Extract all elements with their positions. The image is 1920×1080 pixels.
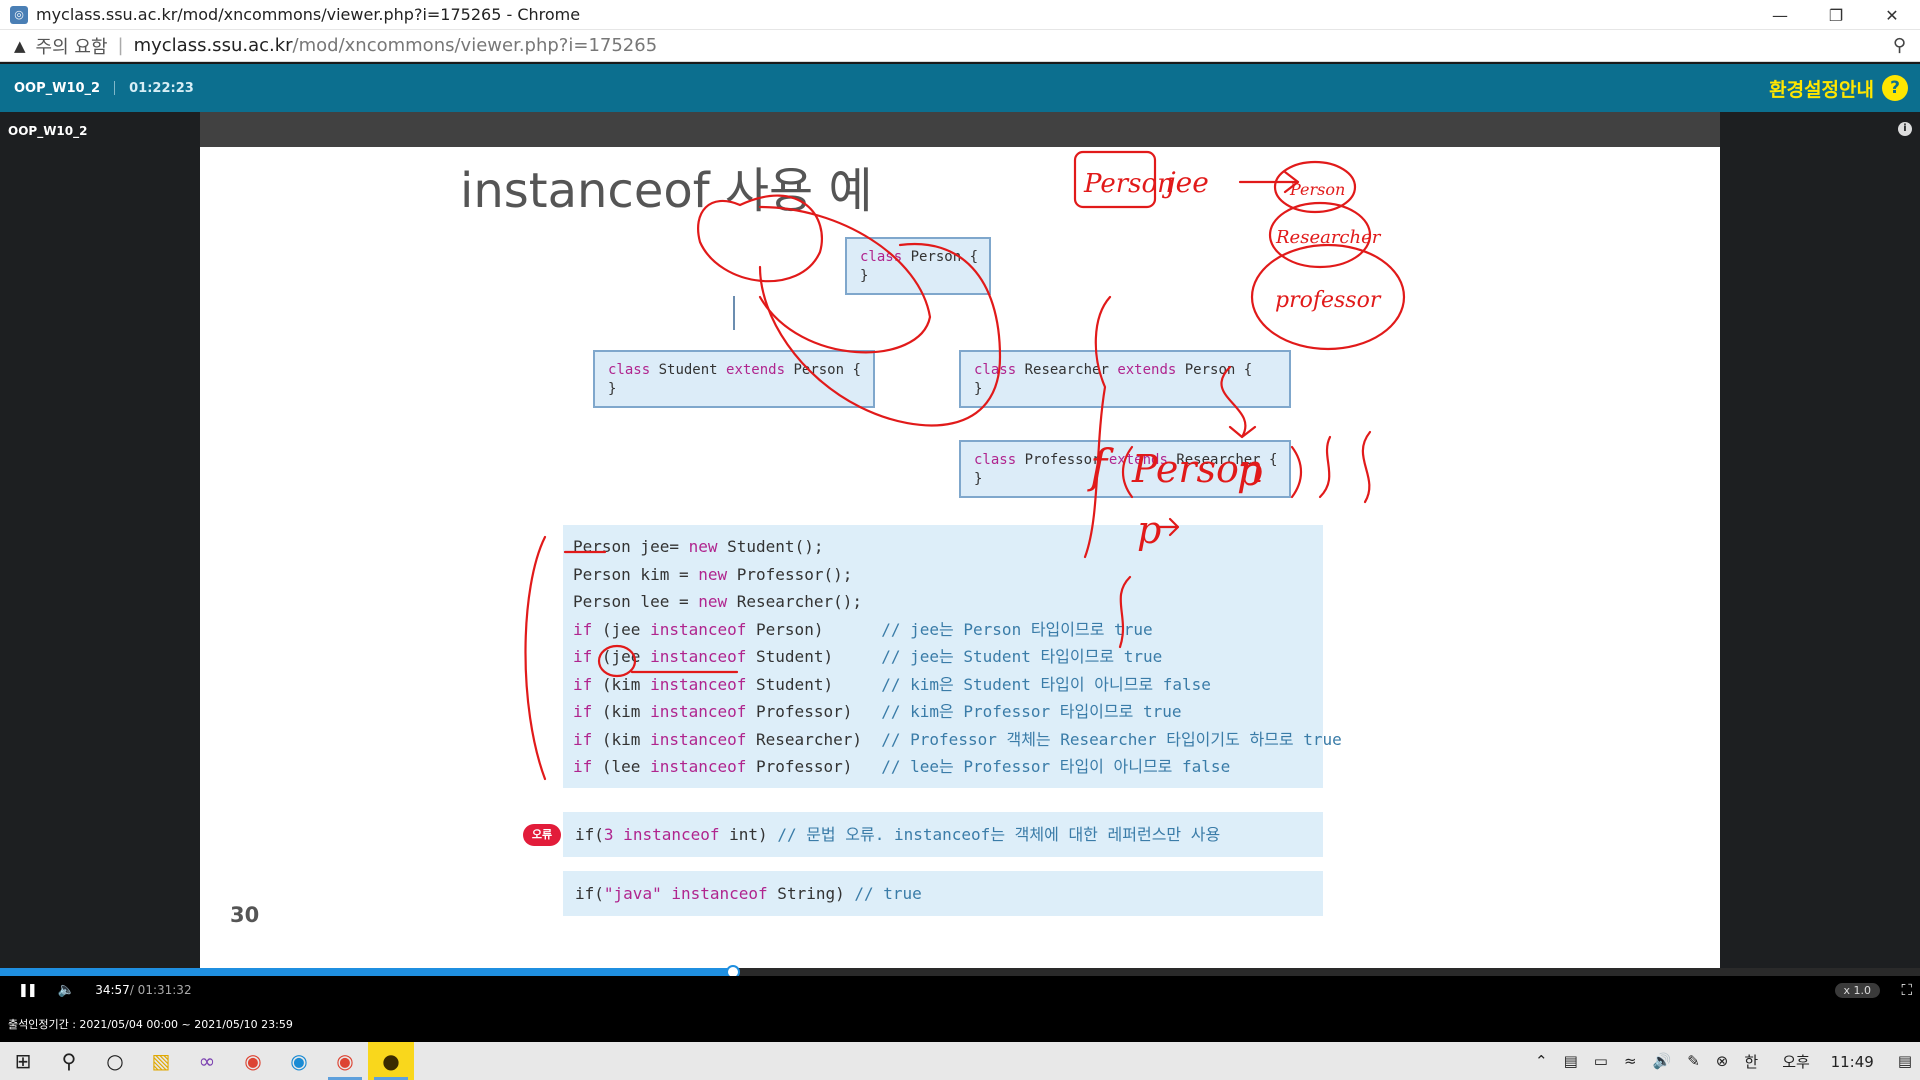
tray-device-icon[interactable]: ▤ xyxy=(1564,1052,1578,1070)
ink-text-person: Person xyxy=(1083,169,1174,199)
progress-fill xyxy=(0,968,734,976)
ink-brace-right xyxy=(1318,435,1332,499)
elapsed-time: 01:22:23 xyxy=(129,80,194,96)
playback-speed[interactable]: x 1.0 xyxy=(1834,982,1880,998)
search-icon[interactable]: ⚲ xyxy=(46,1042,92,1080)
clock-ampm: 오후 xyxy=(1782,1052,1810,1071)
lecture-slide: instanceof 사용 예 class Person {} class S… xyxy=(200,147,1720,968)
window-title: myclass.ssu.ac.kr/mod/xncommons/viewer.p… xyxy=(36,5,581,24)
ink-curl-bottom xyxy=(1118,575,1132,649)
file-explorer-icon[interactable]: ▧ xyxy=(138,1042,184,1080)
side-lecture-title: OOP_W10_2 xyxy=(8,124,88,138)
zoom-icon[interactable]: ⚲ xyxy=(1893,35,1906,56)
ink-arrow-down xyxy=(1220,365,1257,439)
ink-text-bubble-researcher: Researcher xyxy=(1275,227,1382,248)
header-divider xyxy=(114,81,116,95)
minimize-icon[interactable]: — xyxy=(1752,0,1808,30)
video-progress-bar[interactable] xyxy=(0,965,1920,979)
ink-paren-close xyxy=(1290,445,1303,499)
url-host[interactable]: myclass.ssu.ac.kr xyxy=(134,35,293,56)
ime-indicator[interactable]: 한 xyxy=(1744,1051,1758,1072)
warning-icon[interactable]: ▲ xyxy=(14,37,26,55)
address-bar[interactable]: ▲ 주의 요함 | myclass.ssu.ac.kr/mod/xncommon… xyxy=(0,30,1920,62)
current-time: 34:57 xyxy=(95,983,130,997)
ink-bracket xyxy=(524,535,547,781)
attendance-period: 출석인정기간 : 2021/05/04 00:00 ~ 2021/05/10 2… xyxy=(0,1004,1920,1042)
clock[interactable]: 오후 11:49 xyxy=(1774,1051,1882,1072)
browser-titlebar: ◎ myclass.ssu.ac.kr/mod/xncommons/viewer… xyxy=(0,0,1920,30)
ink-loop-professor xyxy=(758,242,1002,427)
notification-icon[interactable]: ▤ xyxy=(1898,1052,1912,1070)
windows-start-icon[interactable]: ⊞ xyxy=(0,1042,46,1080)
ink-text-jee: jee xyxy=(1161,166,1209,199)
ink-text-bubble-professor: professor xyxy=(1275,288,1382,313)
ink-brace-open xyxy=(1361,430,1372,504)
settings-guide-link[interactable]: 환경설정안내 xyxy=(1769,75,1874,102)
info-icon[interactable]: i xyxy=(1898,122,1912,136)
close-icon[interactable]: ✕ xyxy=(1864,0,1920,30)
fullscreen-icon[interactable]: ⛶ xyxy=(1901,981,1912,999)
chrome-active-icon[interactable]: ◉ xyxy=(322,1042,368,1080)
battery-icon[interactable]: ▭ xyxy=(1594,1052,1608,1070)
player-controls: ❚❚ 🔈 34:57 / 01:31:32 x 1.0 ⛶ xyxy=(0,976,1920,1004)
visual-studio-icon[interactable]: ∞ xyxy=(184,1042,230,1080)
chrome-icon[interactable]: ◉ xyxy=(230,1042,276,1080)
right-panel: i xyxy=(1720,112,1920,968)
pen-icon[interactable]: ✎ xyxy=(1687,1052,1700,1070)
help-icon[interactable]: ? xyxy=(1882,75,1908,101)
cortana-icon[interactable]: ○ xyxy=(92,1042,138,1080)
ink-text-func-f: f xyxy=(1087,439,1114,493)
kakaotalk-icon[interactable]: ● xyxy=(368,1042,414,1080)
player-header: OOP_W10_2 01:22:23 환경설정안내 ? xyxy=(0,64,1920,112)
tray-chevron-icon[interactable]: ⌃ xyxy=(1535,1052,1548,1070)
wifi-icon[interactable]: ≈ xyxy=(1624,1052,1637,1070)
left-panel: OOP_W10_2 xyxy=(0,112,200,968)
lecture-title: OOP_W10_2 xyxy=(14,80,101,96)
system-tray: ⌃ ▤ ▭ ≈ 🔊 ✎ ⊗ 한 오후 11:49 ▤ xyxy=(1527,1042,1920,1080)
cancel-circle-icon[interactable]: ⊗ xyxy=(1716,1052,1729,1070)
ink-paren-open xyxy=(1121,445,1134,499)
slide-top-bar xyxy=(200,112,1720,147)
ink-text-func-p: p xyxy=(1237,449,1263,495)
clock-time: 11:49 xyxy=(1830,1052,1874,1071)
restore-icon[interactable]: ❐ xyxy=(1808,0,1864,30)
url-path[interactable]: /mod/xncommons/viewer.php?i=175265 xyxy=(293,35,658,56)
total-time: / 01:31:32 xyxy=(129,983,192,997)
ink-text-p-arrow: p xyxy=(1137,508,1161,552)
page-favicon-icon: ◎ xyxy=(10,5,28,24)
ink-brace xyxy=(1083,295,1112,559)
ink-text-bubble-person: Person xyxy=(1289,180,1345,199)
windows-taskbar: ⊞ ⚲ ○ ▧ ∞ ◉ ◉ ◉ ● ⌃ ▤ ▭ ≈ 🔊 ✎ ⊗ 한 오후 11:… xyxy=(0,1042,1920,1080)
ink-circle-jee xyxy=(597,644,637,678)
security-label[interactable]: 주의 요함 xyxy=(36,33,108,59)
pause-icon[interactable]: ❚❚ xyxy=(18,983,38,998)
edge-icon[interactable]: ◉ xyxy=(276,1042,322,1080)
volume-icon[interactable]: 🔈 xyxy=(58,982,75,998)
url-separator: | xyxy=(117,35,124,56)
handwriting-annotations: Person jee Person Researcher professor f… xyxy=(524,150,1406,781)
speaker-icon[interactable]: 🔊 xyxy=(1653,1052,1672,1070)
